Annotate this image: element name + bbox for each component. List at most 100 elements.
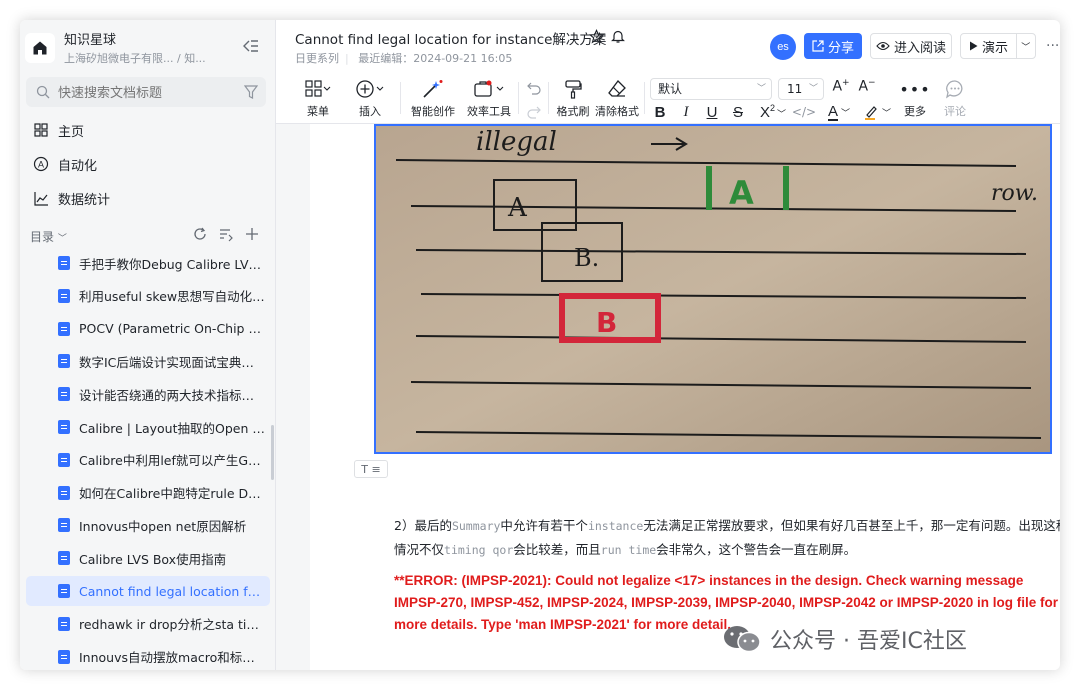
superscript-button[interactable]: X2﹀ — [756, 102, 790, 122]
toc-doc-item[interactable]: Calibre | Layout抽取的Open Cir... — [26, 412, 270, 442]
more-dots-icon: ••• — [899, 79, 931, 99]
search-box[interactable] — [26, 77, 266, 107]
present-button[interactable]: 演示 ﹀ — [960, 33, 1036, 59]
editor-toolbar: 菜单 插入 智能创作 效率工具 格式刷 清除格式 默认 ﹀ 11 ﹀ A+ A−… — [276, 72, 1060, 124]
underline-button[interactable]: U — [705, 102, 719, 122]
last-edited: 最近编辑：2024-09-21 16:05 — [358, 52, 513, 65]
efficiency-tools-button[interactable]: 效率工具 — [466, 78, 512, 119]
font-size-select[interactable]: 11 ﹀ — [778, 78, 824, 100]
toc-doc-label: Calibre LVS Box使用指南 — [79, 551, 227, 567]
font-size-value: 11 — [787, 82, 803, 96]
italic-button[interactable]: I — [679, 102, 693, 122]
text-color-button[interactable]: A ﹀ — [824, 102, 854, 122]
more-tools-button[interactable]: ••• 更多 — [899, 78, 931, 119]
nav-item-label: 自动化 — [58, 158, 98, 174]
toc-doc-item[interactable]: POCV (Parametric On-Chip Va... — [26, 314, 270, 344]
nav-item-label: 数据统计 — [58, 192, 111, 208]
share-button[interactable]: 分享 — [804, 33, 862, 59]
toolbar-divider — [400, 82, 401, 114]
font-family-select[interactable]: 默认 ﹀ — [650, 78, 772, 100]
nav-item-home[interactable]: 主页 — [26, 115, 266, 145]
decrease-font-icon: A− — [858, 77, 876, 95]
menu-button[interactable]: 菜单 — [302, 78, 334, 119]
more-label: 更多 — [904, 105, 926, 118]
sidebar-header: 知识星球 上海矽旭微电子有限... / 知... — [20, 20, 276, 72]
toc-doc-item[interactable]: 数字IC后端设计实现面试宝典（I... — [26, 346, 270, 376]
chevron-down-icon: ﹀ — [1021, 42, 1031, 53]
menu-grid-icon — [305, 80, 331, 97]
image-text-toggle[interactable]: T ≡ — [354, 460, 388, 478]
document-title[interactable]: Cannot find legal location for instance解… — [295, 28, 606, 48]
inline-code-button[interactable]: </> — [792, 102, 816, 122]
chart-icon — [32, 189, 50, 207]
series-label[interactable]: 日更系列 — [295, 52, 339, 65]
font-family-value: 默认 — [658, 82, 683, 96]
decrease-font-button[interactable]: A− — [858, 76, 876, 96]
home-button[interactable] — [25, 33, 55, 63]
document-icon — [58, 288, 70, 303]
toc-doc-item[interactable]: Calibre中利用lef就可以产生GDS — [26, 445, 270, 475]
more-options-icon[interactable]: ··· — [1046, 38, 1059, 54]
sort-icon[interactable] — [218, 226, 234, 242]
paragraph-text: 2）最后的 — [394, 518, 452, 533]
nav-item-automation[interactable]: A 自动化 — [26, 149, 266, 179]
toc-doc-item[interactable]: redhawk ir drop分析之sta timi... — [26, 609, 270, 639]
document-icon — [58, 485, 70, 500]
increase-font-button[interactable]: A+ — [832, 76, 850, 96]
clear-format-button[interactable]: 清除格式 — [594, 78, 640, 119]
reading-mode-button[interactable]: 进入阅读 — [870, 33, 952, 59]
toc-doc-label: Calibre中利用lef就可以产生GDS — [79, 453, 265, 469]
ai-create-button[interactable]: 智能创作 — [410, 78, 456, 119]
document-icon — [58, 452, 70, 467]
sidebar-scrollbar[interactable] — [271, 425, 274, 480]
toc-doc-label: POCV (Parametric On-Chip Va... — [79, 321, 265, 337]
comment-label: 评论 — [944, 105, 966, 118]
insert-button[interactable]: 插入 — [354, 78, 386, 119]
toc-doc-item[interactable]: Calibre LVS Box使用指南 — [26, 543, 270, 573]
toc-doc-item[interactable]: Cannot find legal location for i... — [26, 576, 270, 606]
search-icon — [36, 85, 50, 99]
star-icon[interactable] — [589, 29, 604, 44]
nav-item-statistics[interactable]: 数据统计 — [26, 183, 266, 213]
comment-button[interactable]: 评论 — [940, 78, 970, 119]
redo-icon[interactable] — [526, 104, 542, 120]
sketch-a-label: A — [507, 193, 528, 223]
embedded-image[interactable]: illegal A B. row. A B — [374, 124, 1052, 454]
bold-button[interactable]: B — [653, 102, 667, 122]
toc-doc-item[interactable]: 利用useful skew思想写自动化T... — [26, 281, 270, 311]
sketch-red-b-label: B — [596, 306, 617, 339]
sidebar: 知识星球 上海矽旭微电子有限... / 知... 主页 A 自动化 数据统计 目… — [20, 20, 276, 670]
workspace-breadcrumb[interactable]: 上海矽旭微电子有限... / 知... — [64, 50, 206, 66]
document-canvas[interactable]: illegal A B. row. A B T ≡ 2）最后的Summary中允… — [276, 124, 1060, 670]
toc-doc-item[interactable]: 手把手教你Debug Calibre LVS ... — [26, 248, 270, 278]
toc-doc-item[interactable]: Innouvs自动摆放macro和标准... — [26, 642, 270, 670]
chevron-down-icon: ﹀ — [808, 84, 818, 94]
undo-icon[interactable] — [526, 80, 542, 96]
refresh-icon[interactable] — [192, 226, 208, 242]
toc-doc-label: 利用useful skew思想写自动化T... — [79, 289, 265, 305]
filter-icon[interactable] — [244, 84, 258, 100]
add-icon[interactable] — [244, 226, 260, 242]
paragraph-text: 会比较差，而且 — [513, 542, 601, 557]
document-icon — [58, 321, 70, 336]
toc-doc-item[interactable]: 设计能否绕通的两大技术指标—... — [26, 379, 270, 409]
toolbar-divider — [644, 82, 645, 114]
toc-doc-item[interactable]: Innovus中open net原因解析 — [26, 510, 270, 540]
document-icon — [58, 584, 70, 598]
toc-doc-item[interactable]: 如何在Calibre中跑特定rule DRC... — [26, 478, 270, 508]
bell-icon[interactable] — [611, 29, 625, 44]
toc-toggle[interactable]: 目录 ﹀ — [30, 228, 67, 245]
nav-item-label: 主页 — [58, 124, 85, 140]
avatar[interactable]: es — [770, 34, 796, 60]
increase-font-icon: A+ — [832, 77, 850, 95]
highlight-button[interactable]: ﹀ — [862, 102, 892, 122]
main-area: Cannot find legal location for instance解… — [276, 20, 1060, 670]
present-label: 演示 — [982, 40, 1009, 56]
strikethrough-button[interactable]: S — [731, 102, 745, 122]
search-input[interactable] — [58, 83, 238, 101]
present-dropdown[interactable]: ﹀ — [1015, 34, 1035, 58]
paragraph[interactable]: 2）最后的Summary中允许有若干个instance无法满足正常摆放要求，但如… — [394, 514, 1060, 562]
sketch-illegal-label: illegal — [476, 127, 557, 157]
format-painter-button[interactable]: 格式刷 — [556, 78, 590, 119]
collapse-sidebar-icon[interactable] — [242, 37, 260, 55]
